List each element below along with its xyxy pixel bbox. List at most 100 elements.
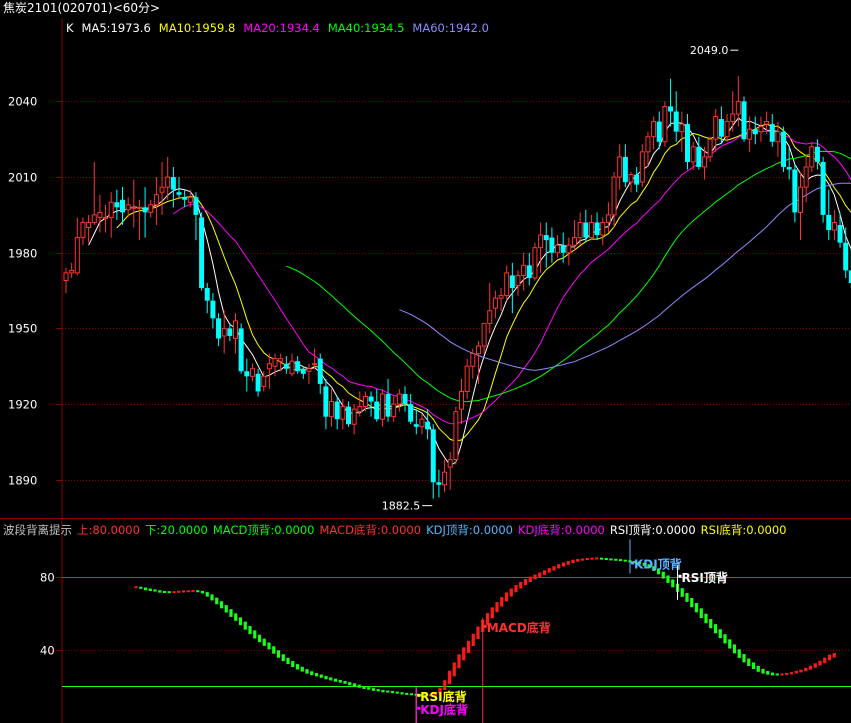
- candle: [396, 388, 402, 412]
- sub-y-tick-label: 80: [40, 571, 55, 585]
- oscillator-bar: [623, 559, 627, 562]
- candle-body: [266, 363, 272, 370]
- oscillator-bar: [310, 671, 314, 676]
- candle: [588, 214, 594, 241]
- candle: [114, 189, 120, 220]
- sub-legend-item: KDJ底背:0.0000: [518, 523, 605, 537]
- high-marker: 2049.0: [690, 44, 739, 57]
- oscillator-bar: [215, 597, 219, 605]
- oscillator-bar: [561, 562, 566, 567]
- candle-body: [340, 406, 346, 420]
- candle-body: [701, 156, 707, 168]
- candle-body: [362, 396, 368, 408]
- oscillator-bar: [148, 588, 152, 592]
- candle-body: [419, 418, 425, 428]
- candle-body: [346, 406, 351, 425]
- main-y-tick-label: 1980: [8, 247, 37, 261]
- oscillator-bar: [751, 662, 756, 670]
- moving-average-lines: [88, 117, 851, 467]
- candle-body: [114, 202, 120, 208]
- candle-body: [752, 129, 758, 135]
- candle-body: [809, 146, 815, 168]
- oscillator-bar: [799, 669, 803, 673]
- candle: [300, 366, 306, 379]
- candle-body: [572, 237, 577, 246]
- sub-grid: [62, 577, 851, 687]
- candle: [413, 409, 419, 435]
- candle: [843, 227, 849, 278]
- oscillator-bar: [447, 670, 452, 685]
- candle-body: [798, 186, 803, 213]
- oscillator-bar: [495, 602, 499, 613]
- candle: [244, 358, 250, 392]
- candle: [379, 388, 385, 427]
- main-legend: K MA5:1973.6 MA10:1959.8 MA20:1934.4 MA40:19…: [66, 21, 489, 35]
- divergence-panel[interactable]: 40 80 波段背离提示 上:80.0000 下:20.0000 MACD顶背:0.00…: [3, 520, 851, 723]
- candle: [233, 313, 238, 354]
- candle: [351, 404, 357, 435]
- oscillator-bar: [595, 557, 599, 560]
- candle: [97, 194, 103, 233]
- oscillator-bar: [191, 589, 195, 592]
- candle: [566, 237, 572, 266]
- candle: [453, 406, 459, 465]
- low-marker: 1882.5: [382, 500, 433, 513]
- candle-body: [69, 269, 75, 274]
- candle-body: [459, 390, 464, 410]
- candle-body: [233, 320, 238, 339]
- candle: [639, 144, 645, 188]
- candle: [481, 322, 487, 354]
- candle-body: [555, 244, 561, 254]
- candle-body: [605, 214, 611, 223]
- oscillator-bar: [832, 653, 836, 658]
- title-bar: 焦炭2101(020701)<60分>: [0, 0, 851, 18]
- candle-body: [764, 121, 770, 125]
- candle: [283, 356, 289, 374]
- candle-body: [662, 105, 668, 143]
- candle-body: [80, 221, 86, 239]
- candle: [425, 409, 431, 440]
- candle-body: [182, 197, 188, 200]
- candle: [334, 396, 340, 430]
- candle: [690, 141, 696, 170]
- oscillator-bar: [590, 557, 594, 560]
- oscillator-bar: [409, 693, 414, 696]
- oscillator-bar: [295, 664, 300, 670]
- candle-body: [453, 411, 459, 461]
- candle-body: [538, 234, 544, 249]
- candle-body: [402, 393, 408, 405]
- divergence-signal: KDJ顶背: [629, 539, 682, 574]
- oscillator-bar: [813, 663, 817, 668]
- candle: [685, 114, 690, 170]
- candle: [142, 187, 148, 238]
- oscillator-bar: [291, 661, 295, 668]
- oscillator-bar: [134, 586, 138, 589]
- candle: [781, 126, 787, 173]
- sub-legend-item: MACD底背:0.0000: [319, 523, 421, 537]
- legend-item: MA40:1934.5: [328, 21, 405, 35]
- candle: [216, 313, 222, 347]
- candle: [475, 341, 481, 384]
- price-panel[interactable]: 1890 1920 1950 1980 2010 2040 K MA5:1973.6 MA10…: [0, 18, 851, 520]
- candle-body: [351, 408, 357, 425]
- candle-body: [272, 358, 278, 367]
- oscillator-bar: [785, 672, 789, 675]
- sub-legend-item: 上:80.0000: [77, 523, 140, 537]
- candle-body: [187, 196, 193, 203]
- oscillator-bar: [804, 667, 808, 672]
- candle: [204, 283, 210, 314]
- candle: [295, 356, 301, 374]
- oscillator-bar: [742, 654, 746, 663]
- candle-body: [515, 274, 521, 287]
- oscillator-bar: [699, 608, 703, 619]
- candle: [255, 368, 261, 397]
- candle: [521, 252, 527, 291]
- oscillator-bar: [281, 654, 285, 662]
- candle: [549, 227, 555, 263]
- candle-body: [532, 247, 538, 279]
- oscillator-bar: [519, 581, 523, 589]
- candle-body: [724, 121, 730, 138]
- chart-canvas[interactable]: 1890 1920 1950 1980 2010 2040 K MA5:1973.6 MA10…: [0, 18, 851, 723]
- signal-label: KDJ顶背: [634, 556, 682, 571]
- candle: [769, 114, 775, 147]
